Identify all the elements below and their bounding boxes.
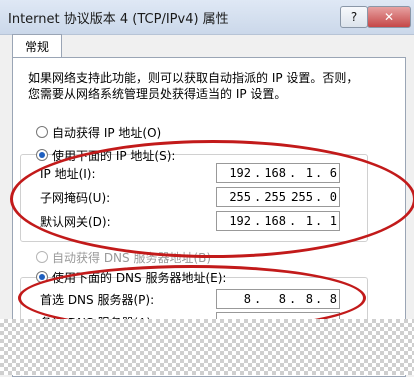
ip-address-field[interactable]: 192 . 168 . 1 . 6 [216,163,340,183]
subnet-mask-field[interactable]: 255 . 255 . 255 . 0 [216,187,340,207]
ip-auto-radio[interactable] [36,126,48,138]
mask-octet-2: 255 [264,190,286,204]
ip-manual-label[interactable]: 使用下面的 IP 地址(S): [52,147,175,164]
dns-auto-radio[interactable] [36,251,48,263]
dns-auto-label[interactable]: 自动获得 DNS 服务器地址(B) [52,249,211,266]
pdns-octet-4: 8 [329,292,337,306]
gateway-label: 默认网关(D): [40,215,111,229]
pdns-octet-1: 8 [243,292,251,306]
dns-manual-label[interactable]: 使用下面的 DNS 服务器地址(E): [52,269,226,286]
mask-octet-1: 255 [229,190,251,204]
ip-manual-radio[interactable] [36,149,48,161]
title-bar: Internet 协议版本 4 (TCP/IPv4) 属性 ? ✕ [0,0,414,35]
gw-octet-1: 192 [229,214,251,228]
pdns-octet-3: 8 [305,292,313,306]
preferred-dns-field[interactable]: 8 . 8 . 8 . 8 [216,289,340,309]
ip-address-label: IP 地址(I): [40,167,96,181]
tab-general[interactable]: 常规 [12,34,62,59]
ip-octet-1: 192 [229,166,251,180]
preferred-dns-label: 首选 DNS 服务器(P): [40,293,155,307]
mask-octet-3: 255 [291,190,313,204]
dns-manual-radio[interactable] [36,271,48,283]
transparency-pattern [0,319,414,375]
description-text: 如果网络支持此功能，则可以获取自动指派的 IP 设置。否则，您需要从网络系统管理… [28,71,359,101]
ip-auto-label[interactable]: 自动获得 IP 地址(O) [52,124,161,141]
gateway-field[interactable]: 192 . 168 . 1 . 1 [216,211,340,231]
gw-octet-2: 168 [264,214,286,228]
pdns-octet-2: 8 [278,292,286,306]
ip-octet-2: 168 [264,166,286,180]
mask-octet-4: 0 [329,190,337,204]
gw-octet-4: 1 [329,214,337,228]
window-title: Internet 协议版本 4 (TCP/IPv4) 属性 [8,12,229,27]
ip-octet-4: 6 [329,166,337,180]
close-button[interactable]: ✕ [367,6,411,28]
gw-octet-3: 1 [305,214,313,228]
help-button[interactable]: ? [340,6,368,28]
subnet-mask-label: 子网掩码(U): [40,191,111,205]
ip-octet-3: 1 [305,166,313,180]
